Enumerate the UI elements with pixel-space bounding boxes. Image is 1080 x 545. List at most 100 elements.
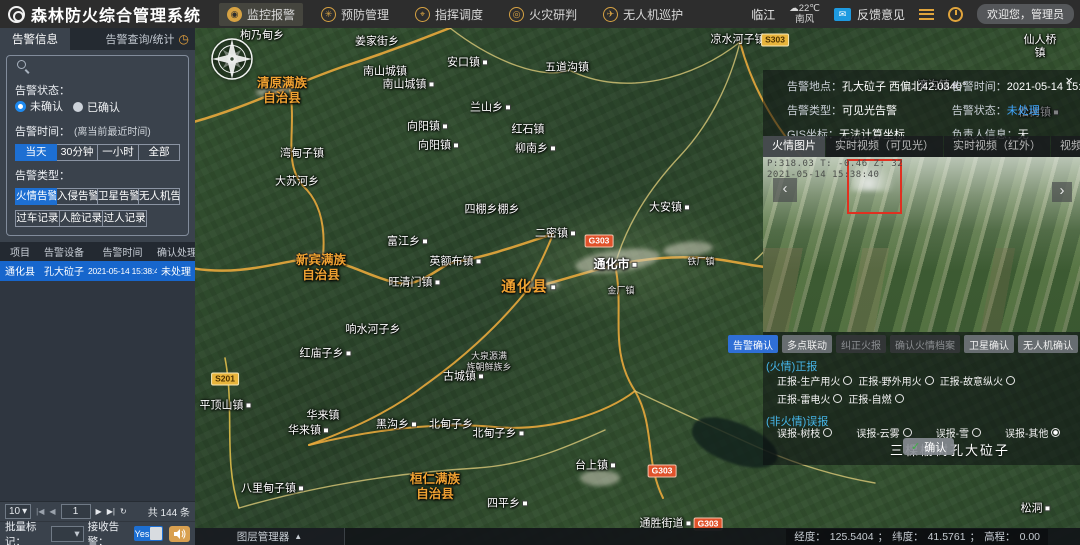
clock-icon: ◷ [179,33,189,45]
separator: ； [970,529,981,545]
record-filter-2[interactable]: 过人记录 [103,210,147,227]
power-icon[interactable] [948,7,963,22]
speaker-button[interactable] [169,526,190,542]
positive-option-0[interactable]: 正报-生产用火 [777,373,852,388]
action-button-1[interactable]: 多点联动 [782,335,832,353]
wind-label: 南风 [795,14,814,25]
road-badge: G303 [648,465,677,478]
detail-tab-2[interactable]: 实时视频（红外） [944,136,1050,157]
lon-label: 经度： [794,529,826,545]
cloud-icon: ☁ [789,3,799,14]
action-button-3[interactable]: 确认火情档案 [890,335,960,353]
status-bar: 图层管理器 ▲ 经度：125.5404； 纬度：41.5761； 高程：0.00 [195,528,1080,545]
urban-area-huanren [580,470,620,486]
positive-option-3[interactable]: 正报-雷电火 [777,391,842,406]
time-filter-buttons: 当天30分钟一小时全部 [15,144,180,161]
time-filter-2[interactable]: 一小时 [98,144,139,161]
column-header-1: 告警设备 [40,244,88,259]
option-label: 误报-其他 [1005,425,1048,440]
coordinates-readout: 经度：125.5404； 纬度：41.5761； 高程：0.00 [786,529,1048,545]
status-options: 未确认已确认 [15,98,130,117]
nav-item-icon: ✳ [321,7,336,22]
action-button-2[interactable]: 纠正火报 [836,335,886,353]
action-button-4[interactable]: 卫星确认 [964,335,1014,353]
layer-manager-button[interactable]: 图层管理器 ▲ [195,528,345,545]
page-number-input[interactable]: 1 [61,504,91,519]
tab-alarm-query[interactable]: 告警查询/统计 ◷ [99,28,195,50]
status-filter-label: 告警状态： [15,82,70,98]
topbar-nav-1[interactable]: ✳预防管理 [313,3,397,26]
type-filter-3[interactable]: 无人机告警 [139,188,180,205]
envelope-icon: ✉ [834,8,851,21]
status-radio-1[interactable]: 已确认 [73,99,120,115]
alarm-detail-panel: × 告警地点：孔大砬子 西偏北42.0340° 告警时间：2021-05-14 … [763,70,1080,465]
column-header-2: 告警时间 [88,244,157,259]
topbar-nav-4[interactable]: ✈无人机巡护 [595,3,691,26]
welcome-badge: 欢迎您，管理员 [977,4,1074,24]
batch-select[interactable]: ▾ [51,526,83,542]
detail-tabs: 火情图片实时视频（可见光）实时视频（红外）视频录像 [763,136,1080,157]
table-row[interactable]: 通化县孔大砬子2021-05-14 15:38:43未处理 [0,261,195,281]
feedback-button[interactable]: ✉ 反馈意见 [834,6,905,23]
feedback-label: 反馈意见 [857,6,905,23]
photo-next-button[interactable]: › [1052,182,1072,202]
detail-tab-3[interactable]: 视频录像 [1051,136,1080,157]
caret-down-icon: ▾ [74,528,79,540]
option-label: 正报-故意纵火 [940,373,1003,388]
batch-label: 批量标记： [5,519,47,545]
alarm-time-label: 告警时间： [952,81,1007,93]
nav-item-icon: ✈ [603,7,618,22]
type-filter-0[interactable]: 火情告警 [15,188,57,205]
action-button-5[interactable]: 无人机确认 [1018,335,1078,353]
total-count: 共 144 条 [148,504,190,519]
receive-toggle[interactable]: Yes [134,526,163,541]
positive-option-1[interactable]: 正报-野外用火 [858,373,933,388]
topbar-nav-2[interactable]: ⌖指挥调度 [407,3,491,26]
radio-icon [843,376,852,385]
action-button-0[interactable]: 告警确认 [728,335,778,353]
table-cell: 未处理 [157,263,195,278]
refresh-icon[interactable]: ↻ [120,507,127,516]
menu-icon[interactable] [919,9,934,20]
alarm-query-label: 告警查询/统计 [105,31,174,47]
next-page-button[interactable]: ▶ [96,507,102,516]
topbar-nav-3[interactable]: ◎火灾研判 [501,3,585,26]
type-filter-2[interactable]: 卫星告警 [98,188,139,205]
negative-option-0[interactable]: 误报-树枝 [777,425,832,440]
time-filter-1[interactable]: 30分钟 [57,144,98,161]
last-page-button[interactable]: ▶| [107,507,115,516]
alarm-status-label: 告警状态： [952,105,1007,117]
confirm-button[interactable]: ✓ 确认 [903,438,954,455]
positive-option-4[interactable]: 正报-自燃 [848,391,903,406]
page-size-select[interactable]: 10 ▾ [5,504,31,519]
status-radio-0[interactable]: 未确认 [15,98,63,114]
detail-tab-0[interactable]: 火情图片 [763,136,825,157]
negative-option-3[interactable]: 误报-其他 [1005,425,1060,440]
radio-icon [15,101,26,112]
radio-icon [833,394,842,403]
record-filter-1[interactable]: 人脸记录 [60,210,104,227]
time-filter-3[interactable]: 全部 [139,144,180,161]
prev-page-button[interactable]: ◀ [49,507,55,516]
column-header-3: 确认处理 [157,244,195,259]
time-filter-0[interactable]: 当天 [15,144,57,161]
check-icon: ✓ [911,440,920,453]
type-filter-1[interactable]: 入侵告警 [57,188,98,205]
detail-tab-1[interactable]: 实时视频（可见光） [826,136,943,157]
receive-label: 接收告警： [88,519,130,545]
search-icon [17,60,26,69]
record-filter-0[interactable]: 过车记录 [15,210,60,227]
tab-alarm-info[interactable]: 告警信息 [0,28,70,50]
positive-option-2[interactable]: 正报-故意纵火 [940,373,1015,388]
alarm-table-header: 项目告警设备告警时间确认处理 [0,242,195,261]
layer-manager-label: 图层管理器 [237,529,290,544]
alarm-table-body: 通化县孔大砬子2021-05-14 15:38:43未处理 [0,261,195,281]
first-page-button[interactable]: |◀ [36,507,44,516]
topbar-nav-0[interactable]: ◉监控报警 [219,3,303,26]
topbar-right: 临江 ☁22℃ 南风 ✉ 反馈意见 欢迎您，管理员 [751,3,1074,26]
city-label: 临江 [751,6,775,23]
alarm-table: 项目告警设备告警时间确认处理 通化县孔大砬子2021-05-14 15:38:4… [0,242,195,502]
close-icon[interactable]: × [1065,74,1073,87]
photo-prev-button[interactable]: ‹ [773,178,797,202]
fire-photo: P:318.03 T: -0.46 Z: 322021-05-14 15:38:… [763,157,1080,332]
